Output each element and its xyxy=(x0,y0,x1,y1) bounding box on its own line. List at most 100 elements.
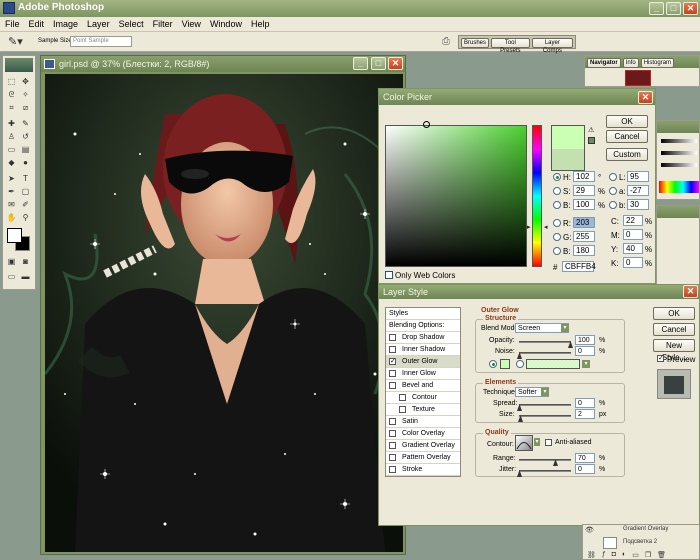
radio-a[interactable] xyxy=(609,187,617,195)
magic-wand-tool-icon[interactable]: ✧ xyxy=(20,89,31,100)
slice-tool-icon[interactable]: ⧄ xyxy=(20,102,31,113)
bevel-emboss-checkbox[interactable] xyxy=(389,382,396,389)
menu-file[interactable]: File xyxy=(2,17,26,31)
quick-mask-icon[interactable]: ◙ xyxy=(20,256,31,267)
crop-tool-icon[interactable]: ⌗ xyxy=(6,102,17,113)
layer-row-podsvetka[interactable]: Подсветка 2 xyxy=(583,537,699,549)
radio-s[interactable] xyxy=(553,187,561,195)
gradient-tool-icon[interactable]: ▤ xyxy=(20,144,31,155)
pen-tool-icon[interactable]: ✒ xyxy=(6,186,17,197)
g-input[interactable]: 255 xyxy=(573,231,595,242)
style-inner-glow[interactable]: Inner Glow xyxy=(386,368,460,380)
style-bevel-emboss[interactable]: Bevel and Emboss xyxy=(386,380,460,400)
layer-thumbnail[interactable] xyxy=(603,537,617,549)
delete-layer-icon[interactable]: 🗑 xyxy=(657,551,666,559)
menu-image[interactable]: Image xyxy=(50,17,84,31)
hue-slider[interactable] xyxy=(532,125,542,267)
radio-blue[interactable] xyxy=(553,247,561,255)
minimize-icon[interactable]: _ xyxy=(649,2,664,15)
menu-layer[interactable]: Layer xyxy=(84,17,116,31)
style-satin[interactable]: Satin xyxy=(386,416,460,428)
notes-tool-icon[interactable]: ✉ xyxy=(6,199,17,210)
style-contour[interactable]: Contour xyxy=(386,392,460,404)
color-slider-b[interactable] xyxy=(661,163,697,167)
doc-close-icon[interactable]: ✕ xyxy=(388,57,403,70)
standard-mode-icon[interactable]: ▣ xyxy=(6,256,17,267)
new-adjustment-icon[interactable]: ◐ xyxy=(622,551,626,559)
s-input[interactable]: 29 xyxy=(573,185,595,196)
foreground-color-swatch[interactable] xyxy=(7,228,22,243)
jitter-slider[interactable] xyxy=(519,470,571,472)
menu-select[interactable]: Select xyxy=(116,17,150,31)
eyedropper-tool-icon[interactable]: ✎▾ xyxy=(8,35,23,48)
canvas-photo[interactable] xyxy=(45,74,403,552)
menu-filter[interactable]: Filter xyxy=(150,17,179,31)
gradient-overlay-checkbox[interactable] xyxy=(389,442,396,449)
noise-slider[interactable] xyxy=(519,352,571,354)
lasso-tool-icon[interactable]: ᘓ xyxy=(6,89,17,100)
healing-brush-icon[interactable]: ✚ xyxy=(6,118,17,129)
style-inner-shadow[interactable]: Inner Shadow xyxy=(386,344,460,356)
m-input[interactable]: 0 xyxy=(623,229,643,240)
color-slider-r[interactable] xyxy=(661,139,697,143)
close-icon[interactable]: ✕ xyxy=(683,2,698,15)
r-input[interactable]: 203 xyxy=(573,217,595,228)
move-tool-icon[interactable]: ✥ xyxy=(20,76,31,87)
spread-input[interactable]: 0 xyxy=(575,398,595,408)
eyedropper-icon[interactable]: ✐ xyxy=(20,199,31,210)
radio-l[interactable] xyxy=(609,173,617,181)
style-outer-glow[interactable]: ✓ Outer Glow xyxy=(386,356,460,368)
link-layers-icon[interactable]: ⛓ xyxy=(587,551,596,559)
style-gradient-overlay[interactable]: Gradient Overlay xyxy=(386,440,460,452)
tab-info[interactable]: Info xyxy=(622,58,639,68)
tab-brushes[interactable]: Brushes xyxy=(461,38,490,48)
style-color-overlay[interactable]: Color Overlay xyxy=(386,428,460,440)
range-input[interactable]: 70 xyxy=(575,453,595,463)
contour-checkbox[interactable] xyxy=(399,394,406,401)
anti-aliased-checkbox[interactable] xyxy=(545,439,552,446)
tab-tool-presets[interactable]: Tool Presets xyxy=(491,38,530,54)
menu-edit[interactable]: Edit xyxy=(26,17,51,31)
inner-glow-checkbox[interactable] xyxy=(389,370,396,377)
outer-glow-checkbox[interactable]: ✓ xyxy=(389,358,396,365)
size-input[interactable]: 2 xyxy=(575,409,595,419)
marquee-tool-icon[interactable]: ⬚ xyxy=(6,76,17,87)
menu-view[interactable]: View xyxy=(179,17,207,31)
type-tool-icon[interactable]: T xyxy=(20,173,31,184)
glow-color-swatch[interactable] xyxy=(500,359,510,369)
opacity-slider[interactable] xyxy=(519,341,571,343)
inner-shadow-checkbox[interactable] xyxy=(389,346,396,353)
color-field[interactable] xyxy=(385,125,527,267)
path-selection-icon[interactable]: ➤ xyxy=(6,173,17,184)
style-texture[interactable]: Texture xyxy=(386,404,460,416)
lab-b-input[interactable]: 30 xyxy=(627,199,649,210)
color-picker-close-icon[interactable]: ✕ xyxy=(638,91,653,104)
fullscreen-mode-icon[interactable]: ▬ xyxy=(20,271,31,282)
technique-dropdown-icon[interactable]: ▾ xyxy=(541,388,549,396)
spread-slider[interactable] xyxy=(519,404,571,406)
old-color-swatch[interactable] xyxy=(552,149,584,170)
contour-preview[interactable] xyxy=(515,435,533,451)
shape-tool-icon[interactable]: ▢ xyxy=(20,186,31,197)
a-input[interactable]: -27 xyxy=(627,185,649,196)
ls-ok-button[interactable]: OK xyxy=(653,307,695,320)
dodge-tool-icon[interactable]: ● xyxy=(20,157,31,168)
gradient-dropdown-icon[interactable]: ▾ xyxy=(582,360,590,368)
menu-window[interactable]: Window xyxy=(207,17,248,31)
k-input[interactable]: 0 xyxy=(623,257,643,268)
styles-header[interactable]: Styles xyxy=(386,308,460,320)
ls-new-style-button[interactable]: New Style... xyxy=(653,339,695,362)
printer-icon[interactable]: ⎙ xyxy=(442,36,450,47)
only-web-colors-checkbox[interactable] xyxy=(385,271,393,279)
texture-checkbox[interactable] xyxy=(399,406,406,413)
style-drop-shadow[interactable]: Drop Shadow xyxy=(386,332,460,344)
blend-mode-dropdown-icon[interactable]: ▾ xyxy=(561,324,569,332)
contour-dropdown-icon[interactable]: ▾ xyxy=(534,438,540,446)
color-ramp[interactable] xyxy=(659,181,699,193)
opacity-input[interactable]: 100 xyxy=(575,335,595,345)
radio-h[interactable] xyxy=(553,173,561,181)
sample-size-select[interactable]: Point Sample xyxy=(70,36,132,47)
tab-histogram[interactable]: Histogram xyxy=(640,58,675,68)
tab-navigator[interactable]: Navigator xyxy=(587,58,621,68)
y-input[interactable]: 40 xyxy=(623,243,643,254)
